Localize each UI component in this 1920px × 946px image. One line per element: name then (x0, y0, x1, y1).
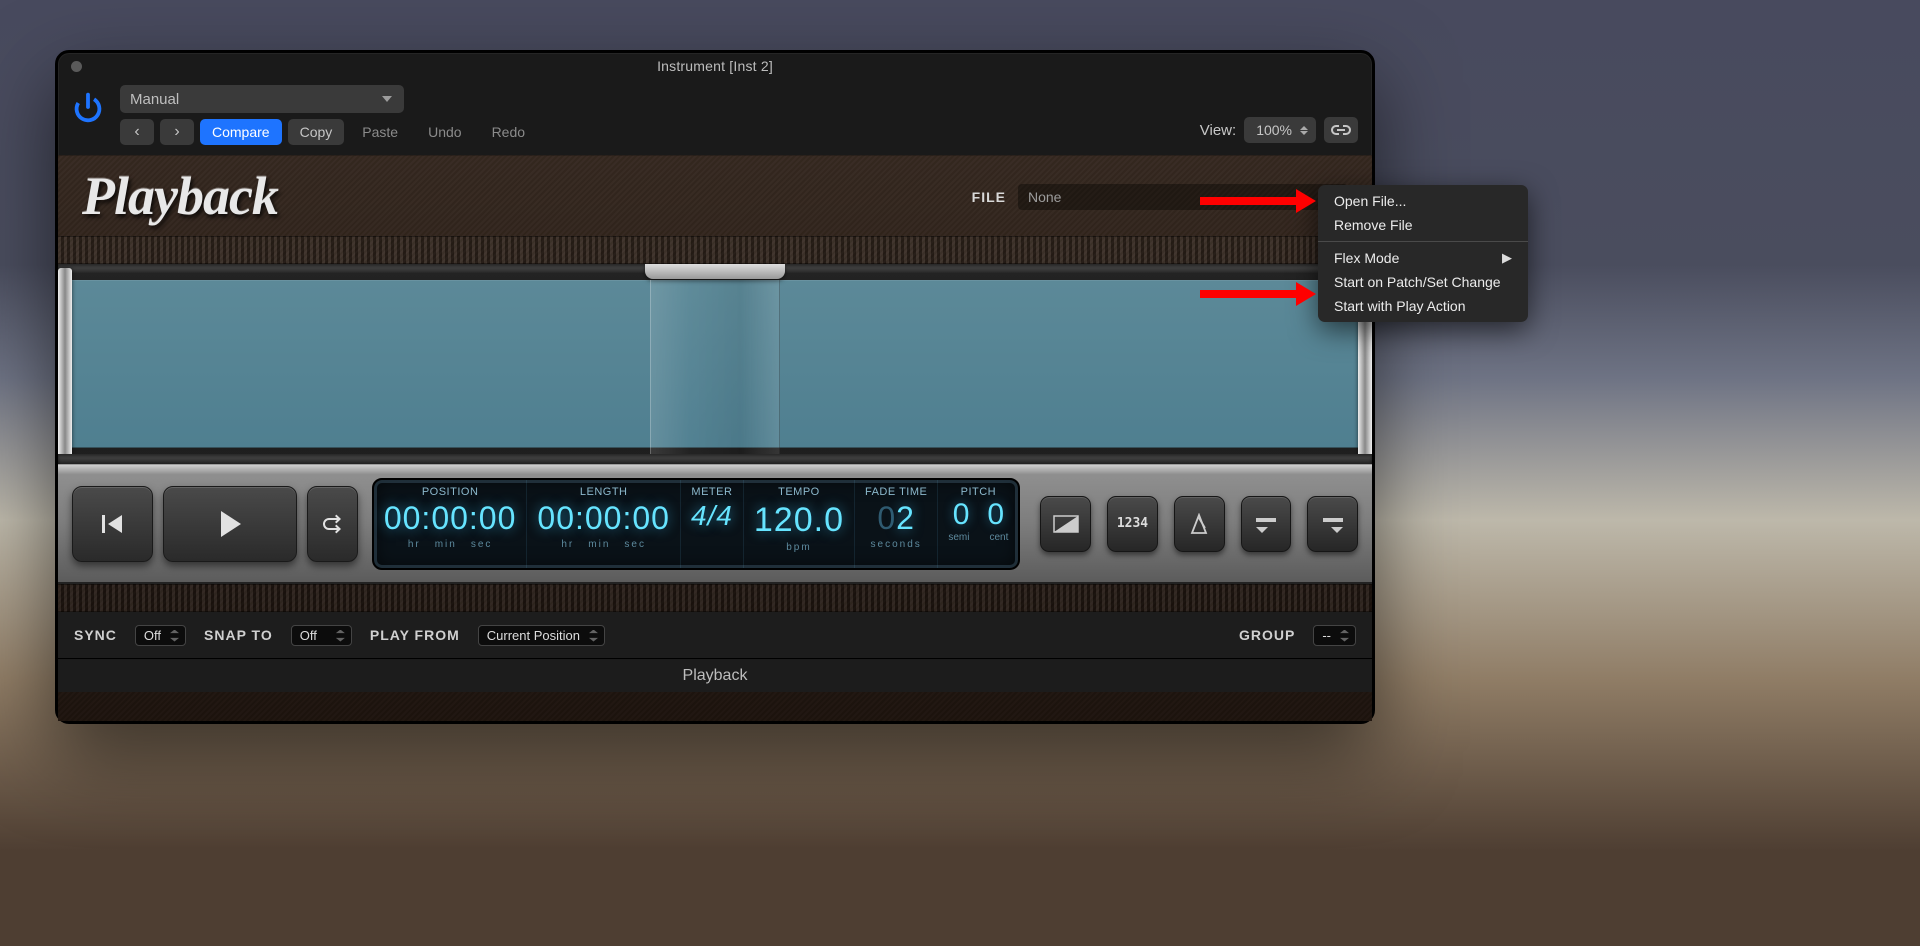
toolbar-column: Manual ‹ › Compare Copy Paste Undo Redo (120, 85, 537, 145)
power-icon (69, 88, 107, 126)
annotation-arrow-1 (1200, 189, 1316, 213)
lcd-tempo[interactable]: TEMPO 120.0 bpm (744, 480, 855, 568)
file-label: FILE (972, 189, 1006, 205)
playfrom-label: PLAY FROM (370, 627, 460, 643)
waveform-area[interactable] (58, 264, 1372, 464)
menu-flex-mode[interactable]: Flex Mode▶ (1318, 246, 1528, 270)
annotation-arrow-2 (1200, 282, 1316, 306)
file-value-text: None (1028, 189, 1061, 205)
options-bar: SYNC Off SNAP TO Off PLAY FROM Current P… (58, 612, 1372, 658)
lcd-fade[interactable]: FADE TIME 02 seconds (855, 480, 938, 568)
plugin-header: Playback FILE None (58, 156, 1372, 236)
divider-stripes-top (58, 236, 1372, 264)
menu-start-patch[interactable]: Start on Patch/Set Change (1318, 270, 1528, 294)
plugin-name: Playback (683, 667, 748, 685)
lcd-meter[interactable]: METER 4/4 (681, 480, 744, 568)
window-title: Instrument [Inst 2] (657, 58, 773, 74)
titlebar: Instrument [Inst 2] (58, 53, 1372, 79)
lcd-fade-label: FADE TIME (865, 486, 927, 498)
playfrom-dropdown[interactable]: Current Position (478, 625, 605, 646)
lcd-tempo-value: 120.0 (754, 498, 844, 542)
plugin-footer: Playback (58, 658, 1372, 692)
view-label: View: (1200, 122, 1236, 139)
menu-separator (1318, 241, 1528, 242)
prev-preset-button[interactable]: ‹ (120, 119, 154, 145)
lcd-meter-value: 4/4 (691, 498, 733, 534)
close-window-dot[interactable] (71, 61, 82, 72)
plugin-window: Instrument [Inst 2] Manual ‹ › Compare C… (55, 50, 1375, 724)
cycle-button[interactable] (307, 486, 358, 562)
lcd-pitch-label: PITCH (961, 486, 997, 498)
varispeed-button[interactable] (1174, 496, 1225, 552)
file-context-menu[interactable]: Open File... Remove File Flex Mode▶ Star… (1318, 185, 1528, 322)
transport-panel: POSITION 00:00:00 hrminsec LENGTH 00:00:… (58, 464, 1372, 584)
menu-remove-file[interactable]: Remove File (1318, 213, 1528, 237)
plugin-logo: Playback (82, 165, 278, 227)
link-icon (1331, 123, 1351, 137)
menu-start-play[interactable]: Start with Play Action (1318, 294, 1528, 318)
lcd-position-label: POSITION (422, 486, 479, 498)
plugin-body: Playback FILE None (58, 155, 1372, 721)
lcd-length-value: 00:00:00 (537, 498, 670, 540)
copy-button[interactable]: Copy (288, 119, 345, 145)
waveform-endcap-left (58, 268, 72, 460)
lcd-pitch[interactable]: PITCH 00 semicent (938, 480, 1018, 568)
fade-icon (1052, 514, 1080, 534)
lcd-position[interactable]: POSITION 00:00:00 hrminsec (374, 480, 528, 568)
waveform-rail-bottom (58, 454, 1372, 464)
marker-prev-icon (1254, 515, 1278, 533)
stepper-icon (1300, 126, 1308, 135)
marker-next-button[interactable] (1307, 496, 1358, 552)
playhead-tab[interactable] (645, 264, 785, 279)
count-in-button[interactable]: 1234 (1107, 496, 1158, 552)
lcd-display: POSITION 00:00:00 hrminsec LENGTH 00:00:… (372, 478, 1021, 570)
marker-prev-button[interactable] (1241, 496, 1292, 552)
preset-dropdown[interactable]: Manual (120, 85, 404, 113)
group-label: GROUP (1239, 627, 1295, 643)
zoom-dropdown[interactable]: 100% (1244, 117, 1316, 143)
sync-dropdown[interactable]: Off (135, 625, 186, 646)
skip-start-icon (100, 513, 126, 535)
redo-button[interactable]: Redo (480, 119, 537, 145)
toolbar-right: View: 100% (1200, 117, 1358, 145)
lcd-length-label: LENGTH (580, 486, 628, 498)
count-in-label: 1234 (1117, 516, 1148, 531)
group-dropdown[interactable]: -- (1313, 625, 1356, 646)
lcd-length[interactable]: LENGTH 00:00:00 hrminsec (527, 480, 681, 568)
submenu-chevron-icon: ▶ (1502, 250, 1512, 266)
bypass-button[interactable] (66, 85, 110, 129)
divider-stripes-bottom (58, 584, 1372, 612)
play-button[interactable] (163, 486, 297, 562)
rewind-button[interactable] (72, 486, 153, 562)
fade-out-button[interactable] (1040, 496, 1091, 552)
lcd-tempo-label: TEMPO (778, 486, 820, 498)
marker-next-icon (1321, 515, 1345, 533)
lcd-position-value: 00:00:00 (384, 498, 517, 540)
sync-label: SYNC (74, 627, 117, 643)
snap-dropdown[interactable]: Off (291, 625, 352, 646)
undo-button[interactable]: Undo (416, 119, 473, 145)
play-icon (215, 509, 245, 539)
cycle-icon (319, 514, 345, 534)
toolbar-row: ‹ › Compare Copy Paste Undo Redo (120, 119, 537, 145)
link-button[interactable] (1324, 117, 1358, 143)
lcd-meter-label: METER (691, 486, 732, 498)
lcd-fade-value: 02 (877, 498, 915, 540)
preset-label: Manual (130, 91, 179, 108)
paste-button[interactable]: Paste (350, 119, 410, 145)
snap-label: SNAP TO (204, 627, 273, 643)
compare-button[interactable]: Compare (200, 119, 282, 145)
waveform-handle[interactable] (650, 280, 780, 460)
next-preset-button[interactable]: › (160, 119, 194, 145)
toolbar: Manual ‹ › Compare Copy Paste Undo Redo … (58, 79, 1372, 155)
menu-open-file[interactable]: Open File... (1318, 189, 1528, 213)
metronome-icon (1187, 513, 1211, 535)
zoom-value: 100% (1256, 122, 1292, 138)
